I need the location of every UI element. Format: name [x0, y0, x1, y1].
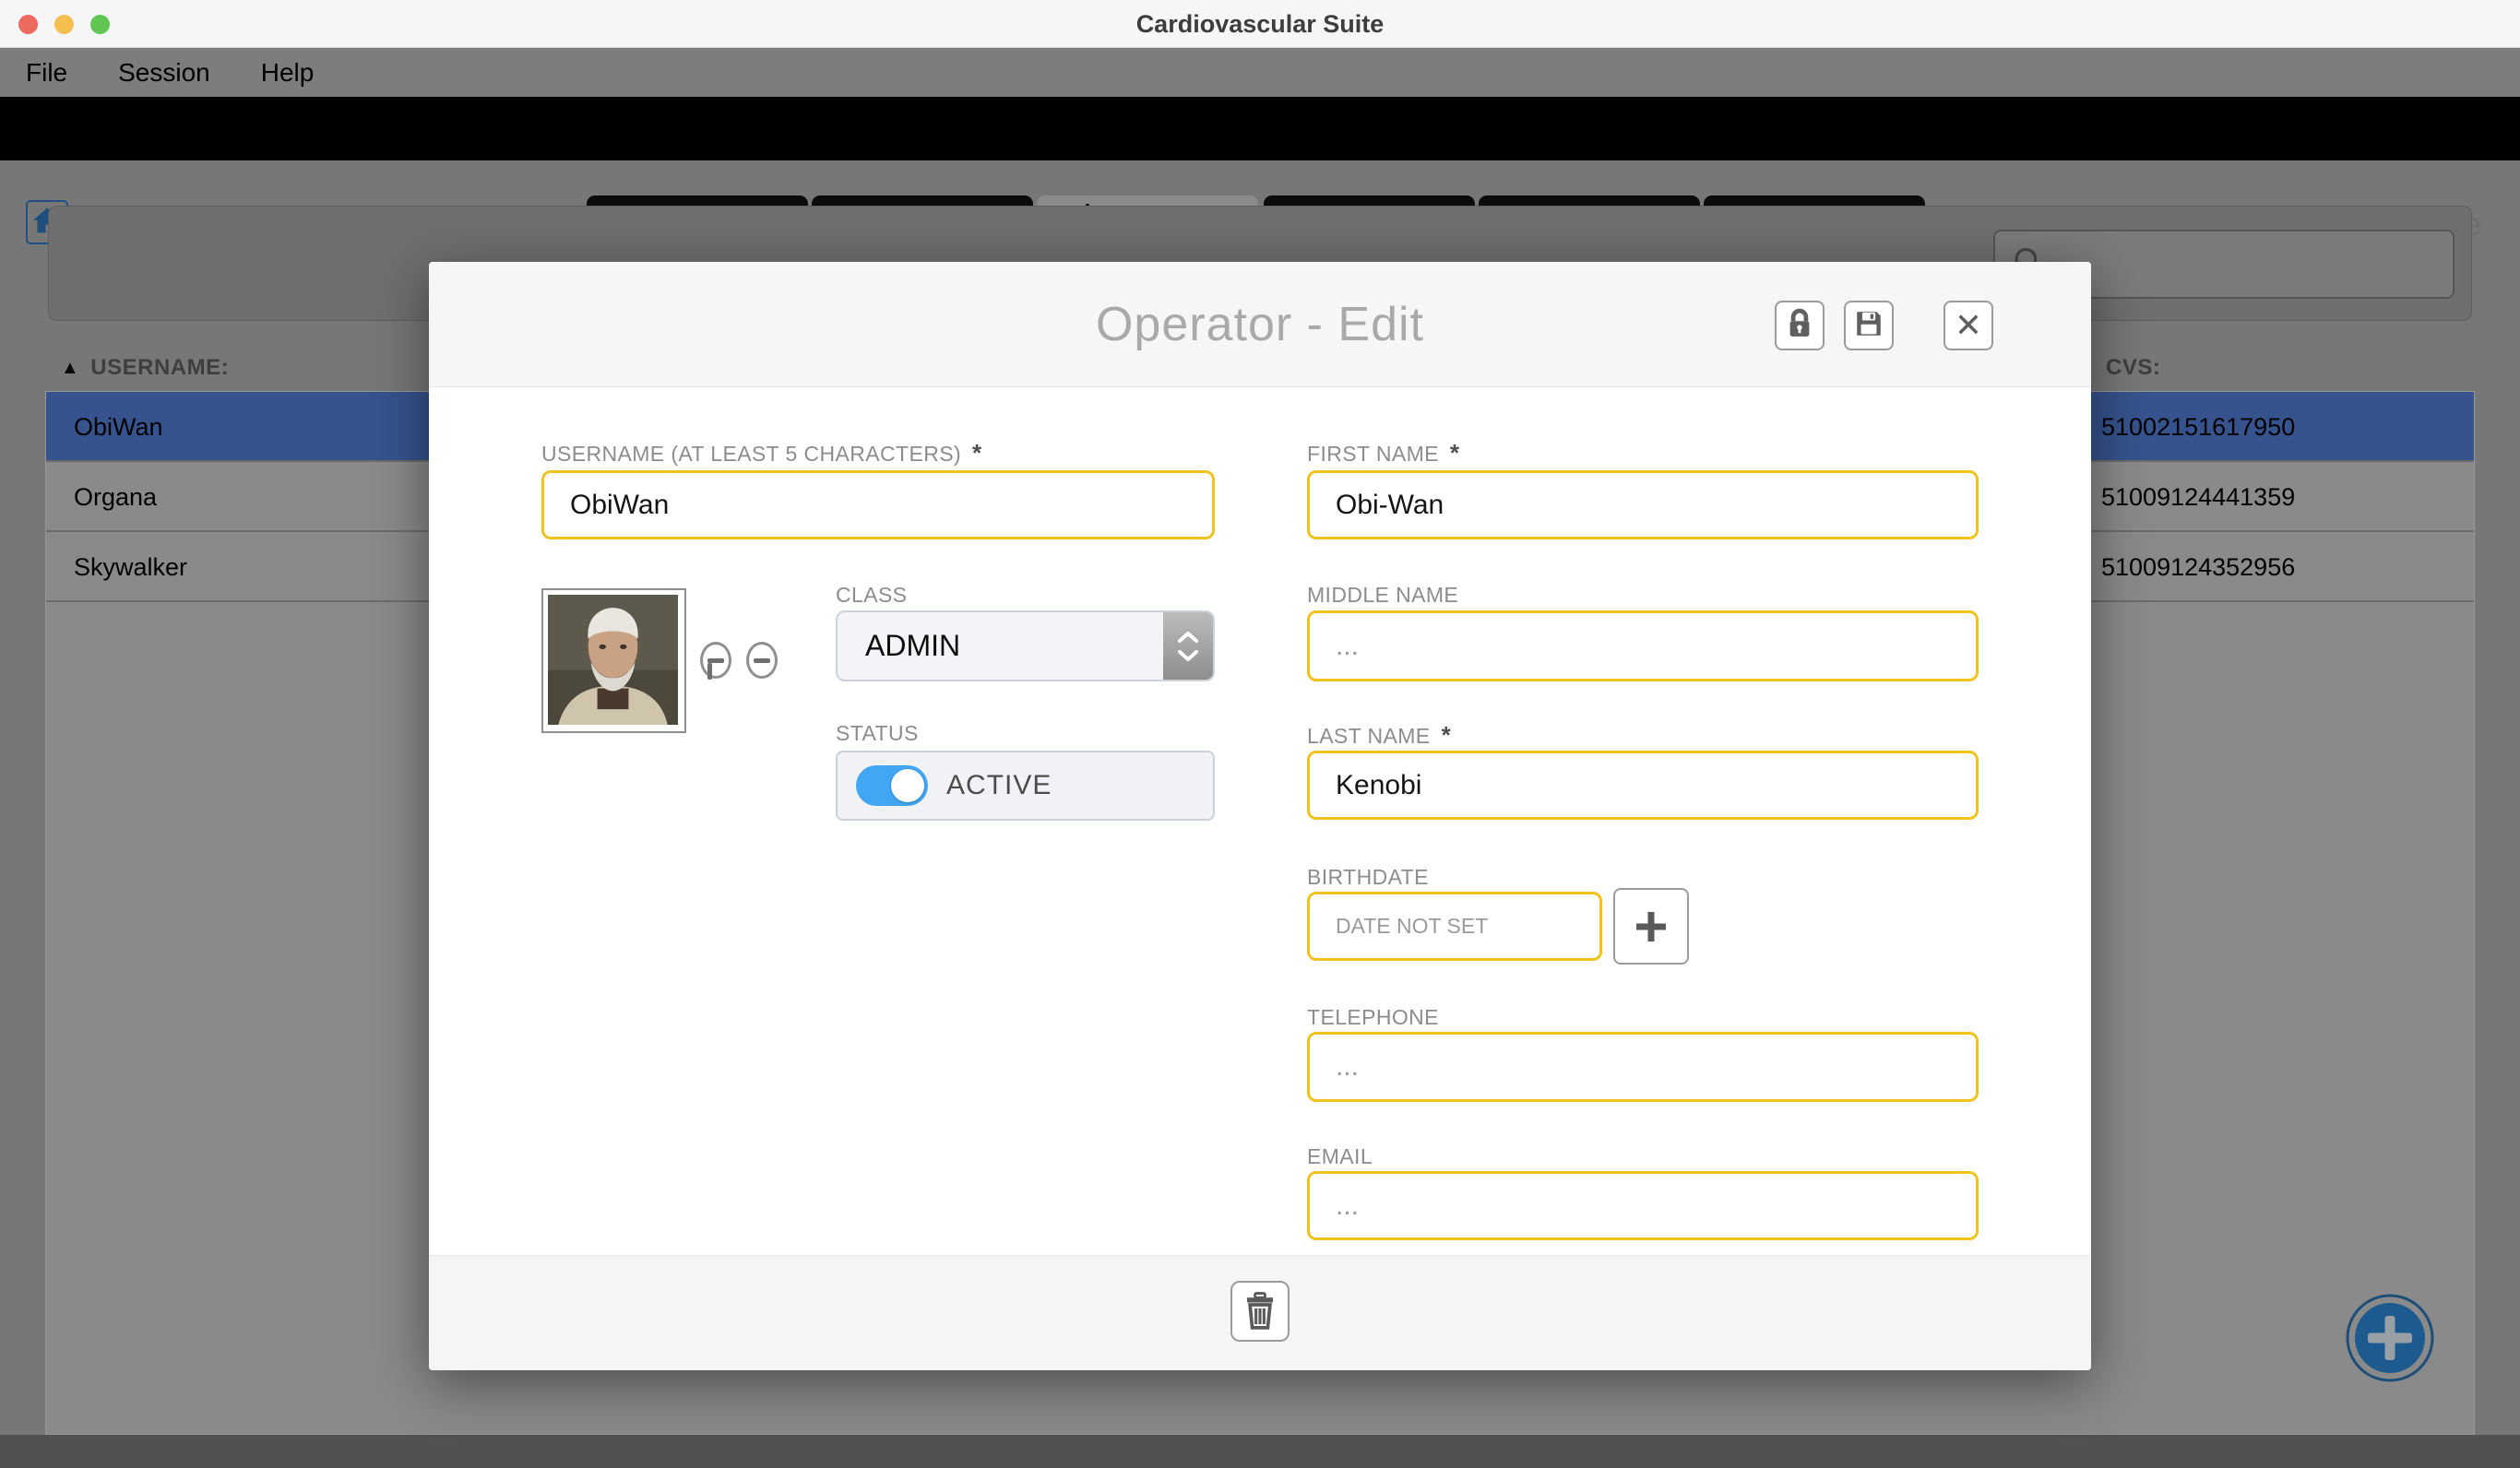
select-stepper[interactable] [1163, 612, 1213, 680]
status-box: ACTIVE [836, 751, 1215, 821]
plus-icon [1636, 911, 1666, 941]
username-label: USERNAME (AT LEAST 5 CHARACTERS) * [541, 439, 982, 467]
chevron-down-icon [1178, 649, 1198, 661]
portrait-image [548, 595, 678, 725]
status-value: ACTIVE [946, 770, 1052, 800]
birthdate-field[interactable]: DATE NOT SET [1307, 892, 1602, 961]
birthdate-label: BIRTHDATE [1307, 865, 1429, 889]
first-name-field[interactable]: Obi-Wan [1307, 470, 1979, 539]
plus-icon [707, 657, 724, 680]
close-icon: ✕ [1954, 306, 1983, 344]
plus-circle-icon [2346, 1294, 2434, 1382]
window-title: Cardiovascular Suite [1135, 10, 1385, 38]
dialog-title: Operator - Edit [1095, 298, 1425, 351]
close-button[interactable]: ✕ [1943, 301, 1993, 350]
trash-icon [1247, 1292, 1273, 1330]
nav-bar: Studies Patients Operators Institutes [0, 97, 2520, 255]
last-name-field[interactable]: Kenobi [1307, 751, 1979, 820]
operator-photo[interactable] [541, 588, 686, 733]
add-photo-button[interactable] [700, 642, 731, 680]
chevron-up-icon [1178, 631, 1198, 643]
username-field[interactable]: ObiWan [541, 470, 1215, 539]
titlebar: Cardiovascular Suite [0, 0, 2520, 48]
delete-operator-button[interactable] [1230, 1281, 1290, 1342]
save-icon [1853, 308, 1884, 344]
menu-help[interactable]: Help [261, 58, 315, 88]
menu-session[interactable]: Session [118, 58, 210, 88]
first-name-label: FIRST NAME * [1307, 439, 1460, 467]
add-operator-button[interactable] [2345, 1293, 2435, 1383]
remove-photo-button[interactable] [746, 642, 778, 679]
telephone-field[interactable]: ... [1307, 1032, 1979, 1102]
app-window: Cardiovascular Suite File Session Help S… [0, 0, 2520, 1468]
window-bottom-strip [0, 1435, 2520, 1468]
lock-icon [1784, 307, 1815, 345]
sort-ascending-icon: ▲ [61, 357, 80, 378]
toggle-knob [891, 769, 924, 802]
cvs-column-header[interactable]: CVS: [2106, 355, 2160, 381]
status-label: STATUS [836, 721, 919, 745]
middle-name-label: MIDDLE NAME [1307, 583, 1459, 607]
username-column-header[interactable]: ▲ USERNAME: [61, 355, 229, 381]
last-name-label: LAST NAME * [1307, 721, 1452, 749]
add-birthdate-button[interactable] [1613, 888, 1689, 965]
telephone-label: TELEPHONE [1307, 1005, 1439, 1029]
status-toggle[interactable] [856, 765, 928, 806]
menu-file[interactable]: File [26, 58, 67, 88]
minus-icon [754, 657, 770, 663]
operator-edit-dialog: Operator - Edit ✕ USERNAME (AT LEAST 5 C… [429, 262, 2091, 1370]
email-label: EMAIL [1307, 1144, 1373, 1168]
save-button[interactable] [1844, 301, 1894, 350]
lock-button[interactable] [1775, 301, 1825, 350]
class-label: CLASS [836, 583, 908, 607]
email-field[interactable]: ... [1307, 1171, 1979, 1240]
class-select[interactable]: ADMIN [836, 610, 1215, 681]
middle-name-field[interactable]: ... [1307, 610, 1979, 681]
menubar: File Session Help [0, 48, 2520, 97]
